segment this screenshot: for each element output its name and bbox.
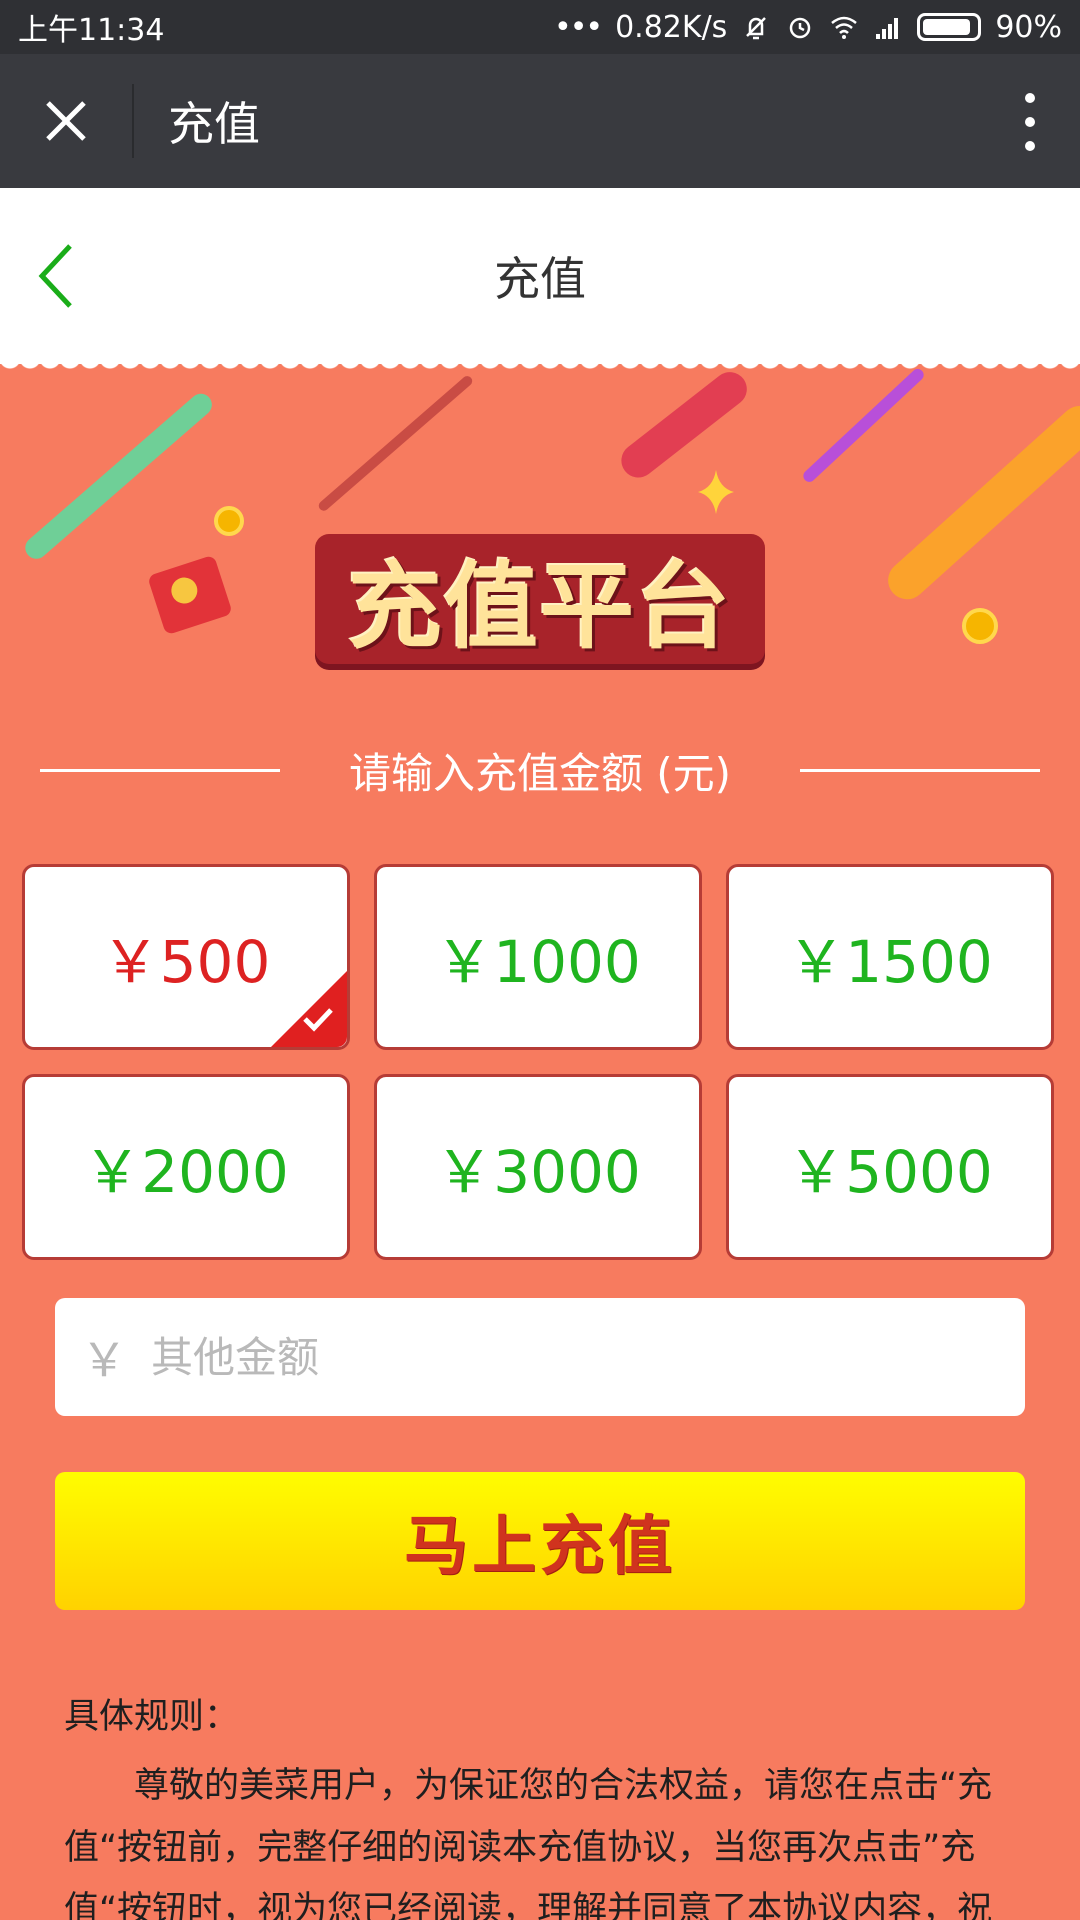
check-icon xyxy=(303,1008,333,1032)
amount-label: ￥5000 xyxy=(787,1138,993,1206)
rules-text: 尊敬的美菜用户，为保证您的合法权益，请您在点击“充值“按钮前，完整仔细的阅读本充… xyxy=(64,1766,993,1920)
divider-line xyxy=(40,769,280,772)
network-speed: 0.82K/s xyxy=(615,9,728,45)
section-header: 请输入充值金额 (元) xyxy=(40,740,1040,801)
section-label: 请输入充值金额 (元) xyxy=(348,749,732,798)
battery-percent: 90% xyxy=(995,9,1062,45)
amount-label: ￥1000 xyxy=(435,928,641,996)
status-icons: ••• 0.82K/s 90% xyxy=(554,10,1062,45)
status-time: 上午11:34 xyxy=(18,13,165,48)
signal-icon xyxy=(876,18,899,39)
alarm-icon xyxy=(790,17,811,39)
app-bar: 充值 xyxy=(0,54,1080,188)
green-streak xyxy=(20,389,217,564)
amount-label: ￥500 xyxy=(101,928,271,996)
recharge-button[interactable]: 马上充值 xyxy=(55,1472,1025,1610)
page-title: 充值 xyxy=(494,252,586,306)
amount-option[interactable]: ￥1000 xyxy=(374,864,702,1050)
amount-option[interactable]: ￥1500 xyxy=(726,864,1054,1050)
coin-icon xyxy=(214,506,244,536)
battery-icon xyxy=(917,13,982,41)
amount-option[interactable]: ￥2000 xyxy=(22,1074,350,1260)
amount-option[interactable]: ￥500 xyxy=(22,864,350,1050)
purple-streak xyxy=(800,366,927,485)
red-thin-streak xyxy=(316,374,475,513)
close-icon xyxy=(46,101,86,141)
app-title: 充值 xyxy=(168,97,260,151)
banner: 充值平台 xyxy=(0,364,1080,694)
other-amount-input[interactable] xyxy=(151,1332,931,1382)
amount-grid: ￥500 ￥1000 ￥1500 ￥2000 ￥3000 ￥5000 xyxy=(22,864,1054,1260)
more-dots-icon: ••• xyxy=(554,9,603,45)
status-bar: 上午11:34 ••• 0.82K/s 90% xyxy=(0,0,1080,54)
divider-line xyxy=(800,769,1040,772)
orange-streak xyxy=(880,398,1080,608)
amount-label: ￥1500 xyxy=(787,928,993,996)
amount-label: ￥3000 xyxy=(435,1138,641,1206)
battery-fill xyxy=(923,19,971,35)
mute-bell-icon xyxy=(746,17,767,40)
rules-section: 具体规则： 尊敬的美菜用户，为保证您的合法权益，请您在点击“充值“按钮前，完整仔… xyxy=(64,1688,1014,1920)
wifi-icon xyxy=(831,16,858,39)
other-amount-field[interactable]: ￥ xyxy=(55,1298,1025,1416)
yen-prefix: ￥ xyxy=(81,1333,127,1387)
close-button[interactable] xyxy=(0,54,132,188)
red-streak xyxy=(614,365,754,485)
selected-check xyxy=(271,971,347,1047)
amount-option[interactable]: ￥3000 xyxy=(374,1074,702,1260)
banner-title: 充值平台 xyxy=(315,534,765,664)
app-bar-divider xyxy=(132,84,134,158)
sparkle-icon xyxy=(698,470,734,514)
red-envelope-icon xyxy=(147,554,233,636)
more-button[interactable] xyxy=(1010,87,1050,157)
amount-label: ￥2000 xyxy=(83,1138,289,1206)
amount-option[interactable]: ￥5000 xyxy=(726,1074,1054,1260)
coin-icon xyxy=(962,608,998,644)
rules-title: 具体规则： xyxy=(64,1697,240,1737)
back-button[interactable] xyxy=(30,238,90,314)
page-header: 充值 xyxy=(0,188,1080,364)
more-vertical-icon xyxy=(1025,93,1035,103)
recharge-button-label: 马上充值 xyxy=(404,1510,676,1582)
